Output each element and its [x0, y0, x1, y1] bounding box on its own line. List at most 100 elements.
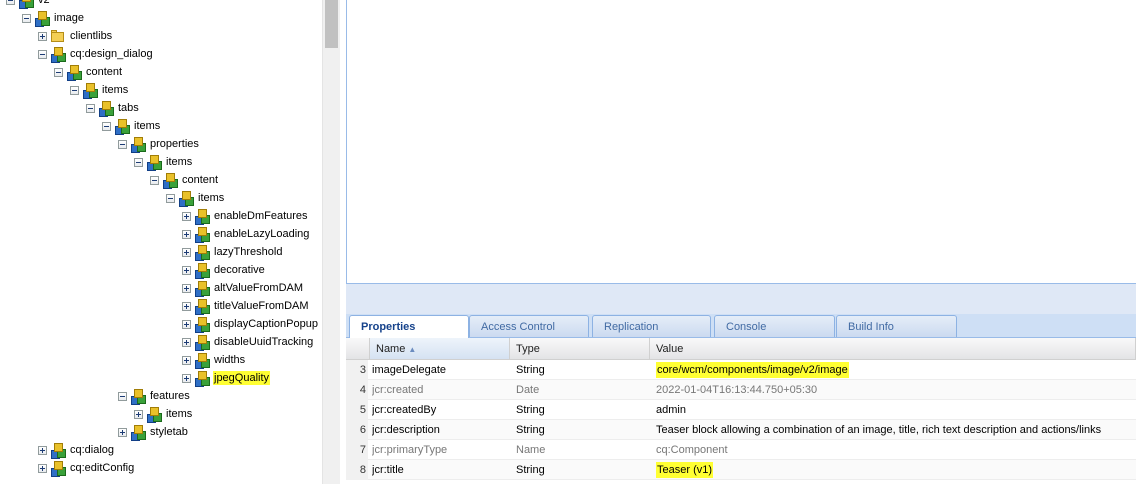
collapse-icon[interactable]: [134, 157, 143, 167]
row-number: 4: [346, 380, 368, 400]
tree-node[interactable]: styletab: [118, 423, 189, 441]
table-row[interactable]: 4 jcr:created Date 2022-01-04T16:13:44.750+…: [346, 380, 1136, 400]
property-name: jcr:primaryType: [372, 444, 448, 456]
collapse-icon[interactable]: [118, 391, 127, 401]
table-row[interactable]: 7 jcr:primaryType Name cq:Component: [346, 440, 1136, 460]
node-icon: [50, 442, 66, 459]
expand-icon[interactable]: [182, 247, 191, 257]
expand-icon[interactable]: [182, 319, 191, 329]
collapse-icon[interactable]: [6, 0, 15, 5]
tree-node[interactable]: v2: [6, 0, 51, 9]
property-type: String: [516, 404, 545, 416]
tree-node[interactable]: items: [134, 153, 193, 171]
node-icon: [194, 352, 210, 369]
expand-icon[interactable]: [182, 283, 191, 293]
column-header-name[interactable]: Name ▲: [370, 338, 510, 360]
collapse-icon[interactable]: [54, 67, 63, 77]
tree-node[interactable]: widths: [182, 351, 246, 369]
table-row[interactable]: 5 jcr:createdBy String admin: [346, 400, 1136, 420]
tree-node[interactable]: items: [134, 405, 193, 423]
tree-node[interactable]: enableDmFeatures: [182, 207, 309, 225]
tree-scrollbar-thumb[interactable]: [325, 0, 338, 48]
node-icon: [162, 172, 178, 189]
expand-icon[interactable]: [38, 445, 47, 455]
tree-node[interactable]: content: [54, 63, 123, 81]
tree-node-label: features: [150, 390, 190, 402]
tree-node[interactable]: titleValueFromDAM: [182, 297, 310, 315]
expand-icon[interactable]: [182, 265, 191, 275]
tree-node[interactable]: items: [102, 117, 161, 135]
node-icon: [194, 370, 210, 387]
tree-node[interactable]: enableLazyLoading: [182, 225, 310, 243]
collapse-icon[interactable]: [38, 49, 47, 59]
tree-node[interactable]: altValueFromDAM: [182, 279, 304, 297]
property-value-text: 2022-01-04T16:13:44.750+05:30: [656, 384, 818, 396]
expand-icon[interactable]: [38, 31, 47, 41]
node-icon: [130, 424, 146, 441]
column-header-type[interactable]: Type: [510, 338, 650, 360]
tree-node[interactable]: content: [150, 171, 219, 189]
collapse-icon[interactable]: [102, 121, 111, 131]
tab-build-info[interactable]: Build Info: [836, 315, 957, 337]
property-value-text: admin: [656, 404, 686, 416]
expand-icon[interactable]: [38, 463, 47, 473]
property-name: jcr:created: [372, 384, 424, 396]
collapse-icon[interactable]: [118, 139, 127, 149]
table-row[interactable]: 3 imageDelegate String core/wcm/components/…: [346, 360, 1136, 380]
column-header-name-label: Name: [376, 343, 406, 355]
property-value: 2022-01-04T16:13:44.750+05:30: [656, 380, 1136, 400]
tree-node-label: altValueFromDAM: [214, 282, 304, 294]
node-icon: [50, 46, 66, 63]
collapse-icon[interactable]: [70, 85, 79, 95]
row-number: 3: [346, 360, 368, 380]
tree-node[interactable]: properties: [118, 135, 200, 153]
panel-splitter[interactable]: [346, 284, 1136, 314]
tree-node[interactable]: jpegQuality: [182, 369, 271, 387]
tab-console[interactable]: Console: [714, 315, 835, 337]
expand-icon[interactable]: [134, 409, 143, 419]
tree-node[interactable]: decorative: [182, 261, 266, 279]
collapse-icon[interactable]: [86, 103, 95, 113]
node-icon: [146, 406, 162, 423]
expand-icon[interactable]: [182, 373, 191, 383]
tree-node-label: jpegQuality: [213, 371, 271, 385]
tree-node[interactable]: cq:editConfig: [38, 459, 135, 477]
tab-access-control[interactable]: Access Control: [469, 315, 589, 337]
tree-node[interactable]: cq:dialog: [38, 441, 115, 459]
node-icon: [146, 154, 162, 171]
collapse-icon[interactable]: [22, 13, 31, 23]
tree-node[interactable]: image: [22, 9, 85, 27]
expand-icon[interactable]: [182, 355, 191, 365]
column-header-value[interactable]: Value: [650, 338, 1136, 360]
node-icon: [34, 10, 50, 27]
row-number-header: [346, 338, 370, 360]
repository-tree: v2 image clientlibs cq:design_dialog content…: [0, 0, 322, 484]
collapse-icon[interactable]: [166, 193, 175, 203]
expand-icon[interactable]: [182, 301, 191, 311]
table-row[interactable]: 8 jcr:title String Teaser (v1): [346, 460, 1136, 480]
tree-node[interactable]: disableUuidTracking: [182, 333, 314, 351]
property-value: admin: [656, 400, 1136, 420]
tab-properties[interactable]: Properties: [349, 315, 469, 338]
node-icon: [82, 82, 98, 99]
property-name: imageDelegate: [372, 364, 446, 376]
tree-scrollbar[interactable]: [322, 0, 340, 484]
property-value: Teaser block allowing a combination of a…: [656, 420, 1136, 440]
tree-node[interactable]: lazyThreshold: [182, 243, 283, 261]
node-icon: [194, 298, 210, 315]
expand-icon[interactable]: [118, 427, 127, 437]
tree-node[interactable]: cq:design_dialog: [38, 45, 154, 63]
property-value-text: Teaser (v1): [656, 462, 714, 478]
collapse-icon[interactable]: [150, 175, 159, 185]
tree-node[interactable]: clientlibs: [38, 27, 113, 45]
tree-node[interactable]: items: [70, 81, 129, 99]
tree-node[interactable]: features: [118, 387, 191, 405]
tree-node[interactable]: displayCaptionPopup: [182, 315, 319, 333]
expand-icon[interactable]: [182, 211, 191, 221]
expand-icon[interactable]: [182, 337, 191, 347]
tree-node[interactable]: tabs: [86, 99, 140, 117]
expand-icon[interactable]: [182, 229, 191, 239]
table-row[interactable]: 6 jcr:description String Teaser block allow…: [346, 420, 1136, 440]
tree-node[interactable]: items: [166, 189, 225, 207]
tab-replication[interactable]: Replication: [592, 315, 711, 337]
